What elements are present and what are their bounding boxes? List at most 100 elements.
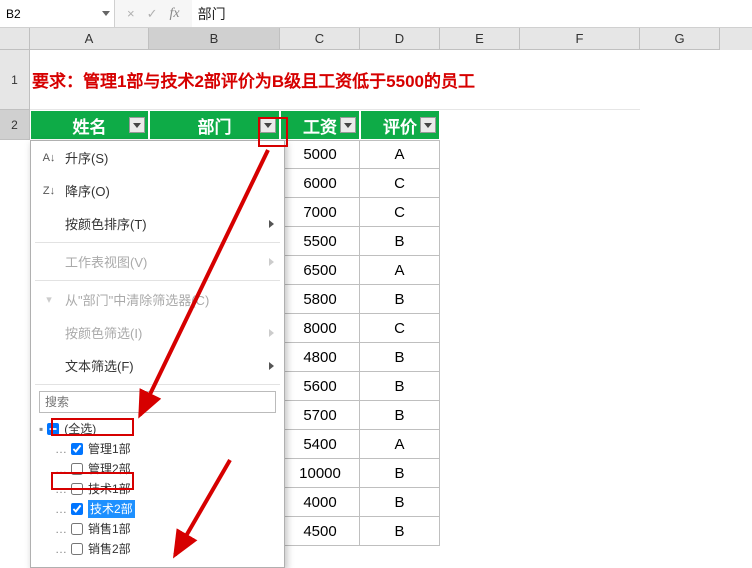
table-row: 4000B [280,488,440,517]
col-head-G[interactable]: G [640,28,720,50]
cell-rating[interactable]: C [360,169,440,198]
cell-rating[interactable]: B [360,401,440,430]
filter-icon[interactable] [129,117,145,133]
cell-salary[interactable]: 7000 [280,198,360,227]
cell-salary[interactable]: 4500 [280,517,360,546]
cancel-icon[interactable]: × [127,6,135,21]
cell-rating[interactable]: B [360,372,440,401]
cell-salary[interactable]: 5500 [280,227,360,256]
chevron-right-icon [269,362,274,370]
cell-rating[interactable]: B [360,459,440,488]
accept-icon[interactable]: ✓ [147,6,158,22]
header-salary[interactable]: 工资 [280,110,360,140]
checkbox[interactable] [71,483,83,495]
tree-item-label: 技术2部 [88,500,135,518]
menu-text-filter-label: 文本筛选(F) [65,356,134,375]
cell-salary[interactable]: 5800 [280,285,360,314]
table-row: 4500B [280,517,440,546]
tree-branch-icon: … [55,520,66,538]
cell-salary[interactable]: 5600 [280,372,360,401]
filter-tree: ▪ (全选) …管理1部…管理2部…技术1部…技术2部…销售1部…销售2部 [39,419,276,559]
header-rating[interactable]: 评价 [360,110,440,140]
row-head-1[interactable]: 1 [0,50,30,110]
tree-item-label: 管理2部 [88,460,131,478]
table-row: 10000B [280,459,440,488]
name-box[interactable]: B2 [0,0,115,27]
checkbox[interactable] [71,463,83,475]
select-all-corner[interactable] [0,28,30,50]
header-dept[interactable]: 部门 [149,110,280,140]
checkbox-select-all[interactable] [47,423,59,435]
header-name-label: 姓名 [73,113,107,138]
col-head-A[interactable]: A [30,28,149,50]
cell-rating[interactable]: A [360,430,440,459]
menu-sort-asc[interactable]: A↓ 升序(S) [31,141,284,174]
checkbox[interactable] [71,503,83,515]
filter-icon[interactable] [260,117,276,133]
col-head-D[interactable]: D [360,28,440,50]
filter-search-input[interactable] [39,391,276,413]
row-head-2[interactable]: 2 [0,110,30,140]
name-box-dropdown-icon[interactable] [102,11,110,16]
cell-salary[interactable]: 5700 [280,401,360,430]
clear-filter-icon: ▾ [41,293,57,306]
tree-item[interactable]: … 管理2部 [39,459,276,479]
tree-item-label: 技术1部 [88,480,131,498]
cell-rating[interactable]: C [360,314,440,343]
table-row: 5000A [280,140,440,169]
cell-rating[interactable]: B [360,285,440,314]
cell-rating[interactable]: B [360,517,440,546]
cell-salary[interactable]: 4000 [280,488,360,517]
cell-rating[interactable]: C [360,198,440,227]
cell-salary[interactable]: 6500 [280,256,360,285]
checkbox[interactable] [71,523,83,535]
cell-rating[interactable]: B [360,227,440,256]
tree-select-all[interactable]: ▪ (全选) [39,419,276,439]
cell-salary[interactable]: 10000 [280,459,360,488]
menu-text-filter[interactable]: 文本筛选(F) [31,349,284,382]
cell-rating[interactable]: A [360,256,440,285]
menu-sort-color[interactable]: 按颜色排序(T) [31,207,284,240]
header-name[interactable]: 姓名 [30,110,149,140]
row-header-column: 1 2 [0,50,30,140]
sort-asc-icon: A↓ [41,152,57,164]
cell-salary[interactable]: 5400 [280,430,360,459]
cell-salary[interactable]: 5000 [280,140,360,169]
table-row: 6500A [280,256,440,285]
col-head-B[interactable]: B [149,28,280,50]
col-head-F[interactable]: F [520,28,640,50]
tree-item[interactable]: …销售2部 [39,539,276,559]
col-head-E[interactable]: E [440,28,520,50]
table-row: 5400A [280,430,440,459]
filter-icon[interactable] [420,117,436,133]
menu-sort-desc[interactable]: Z↓ 降序(O) [31,174,284,207]
checkbox[interactable] [71,543,83,555]
table-row: 5800B [280,285,440,314]
tree-item[interactable]: … 销售1部 [39,519,276,539]
tree-select-all-label: (全选) [64,420,96,438]
menu-sort-asc-label: 升序(S) [65,148,108,167]
filter-icon[interactable] [340,117,356,133]
cell-rating[interactable]: A [360,140,440,169]
cells: 要求：管理1部与技术2部评价为B级且工资低于5500的员工 姓名 部门 工资 评… [30,50,752,140]
checkbox[interactable] [71,443,83,455]
tree-item-label: 销售1部 [88,520,131,538]
filter-search-wrap [31,387,284,415]
formula-input[interactable] [192,0,752,27]
tree-branch-icon: … [55,460,66,478]
cell-salary[interactable]: 8000 [280,314,360,343]
table-row: 7000C [280,198,440,227]
tree-item[interactable]: …技术2部 [39,499,276,519]
cell-salary[interactable]: 4800 [280,343,360,372]
table-row: 8000C [280,314,440,343]
chevron-right-icon [269,258,274,266]
cell-salary[interactable]: 6000 [280,169,360,198]
tree-item[interactable]: …管理1部 [39,439,276,459]
table-row: 4800B [280,343,440,372]
col-head-C[interactable]: C [280,28,360,50]
sort-desc-icon: Z↓ [41,185,57,197]
cell-rating[interactable]: B [360,488,440,517]
fx-icon[interactable]: fx [170,6,180,22]
tree-item[interactable]: …技术1部 [39,479,276,499]
cell-rating[interactable]: B [360,343,440,372]
